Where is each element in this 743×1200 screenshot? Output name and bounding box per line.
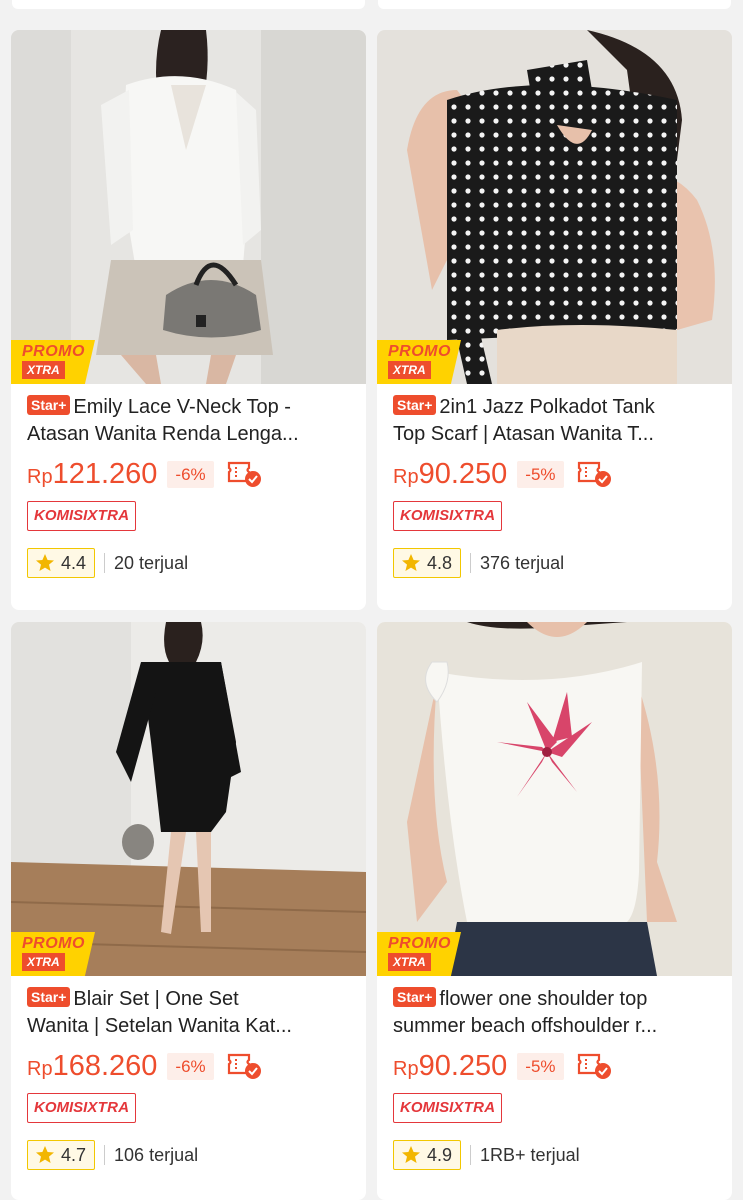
product-card[interactable]: PROMO XTRA Star+ Emily Lace V-Neck Top - … — [11, 30, 366, 610]
star-plus-badge: Star+ — [27, 395, 71, 415]
product-title-line1: Blair Set | One Set — [73, 988, 239, 1010]
previous-card-edge — [12, 0, 365, 9]
divider — [470, 553, 472, 573]
product-price: Rp90.250 — [393, 457, 508, 490]
discount-badge: -5% — [517, 1052, 564, 1080]
product-card[interactable]: PROMO XTRA Star+ 2in1 Jazz Polkadot Tank … — [377, 30, 732, 610]
product-title-line2: Top Scarf | Atasan Wanita T... — [393, 423, 654, 445]
product-price: Rp90.250 — [393, 1049, 508, 1082]
rating-badge: 4.7 — [27, 1140, 96, 1170]
star-icon — [402, 554, 420, 571]
previous-row-edge — [0, 0, 743, 18]
product-title-line1: Emily Lace V-Neck Top - — [73, 396, 291, 418]
product-image[interactable]: PROMO XTRA — [377, 30, 732, 384]
komisi-xtra-label: KOMISIXTRA — [393, 501, 503, 531]
voucher-check-icon — [577, 1053, 611, 1079]
product-price: Rp168.260 — [27, 1049, 158, 1082]
product-image[interactable]: PROMO XTRA — [11, 622, 366, 976]
discount-badge: -6% — [167, 460, 214, 488]
komisi-xtra-label: KOMISIXTRA — [393, 1093, 503, 1123]
sold-count: 376 terjual — [480, 552, 565, 573]
star-plus-badge: Star+ — [27, 987, 71, 1007]
divider — [104, 553, 106, 573]
promo-xtra-label: PROMO XTRA — [11, 932, 95, 976]
product-title[interactable]: Star+ 2in1 Jazz Polkadot Tank Top Scarf |… — [393, 394, 716, 448]
star-icon — [36, 554, 54, 571]
sold-count: 20 terjual — [114, 552, 189, 573]
sold-count: 1RB+ terjual — [480, 1144, 580, 1165]
product-title-line2: summer beach offshoulder r... — [393, 1015, 658, 1037]
promo-xtra-label: PROMO XTRA — [11, 340, 95, 384]
star-plus-badge: Star+ — [393, 987, 437, 1007]
product-title-line1: flower one shoulder top — [439, 988, 648, 1010]
promo-xtra-label: PROMO XTRA — [377, 932, 461, 976]
rating-badge: 4.4 — [27, 548, 96, 578]
product-image[interactable]: PROMO XTRA — [377, 622, 732, 976]
star-icon — [402, 1146, 420, 1163]
previous-card-edge — [378, 0, 731, 9]
product-title[interactable]: Star+ flower one shoulder top summer beac… — [393, 986, 716, 1040]
promo-xtra-label: PROMO XTRA — [377, 340, 461, 384]
star-icon — [36, 1146, 54, 1163]
product-title-line1: 2in1 Jazz Polkadot Tank — [439, 396, 655, 418]
rating-badge: 4.8 — [393, 548, 462, 578]
komisi-xtra-label: KOMISIXTRA — [27, 501, 137, 531]
rating-badge: 4.9 — [393, 1140, 462, 1170]
divider — [470, 1145, 472, 1165]
star-plus-badge: Star+ — [393, 395, 437, 415]
discount-badge: -5% — [517, 460, 564, 488]
komisi-xtra-label: KOMISIXTRA — [27, 1093, 137, 1123]
voucher-check-icon — [227, 461, 261, 487]
divider — [104, 1145, 106, 1165]
product-image[interactable]: PROMO XTRA — [11, 30, 366, 384]
product-title[interactable]: Star+ Blair Set | One Set Wanita | Setela… — [27, 986, 350, 1040]
product-title-line2: Atasan Wanita Renda Lenga... — [27, 423, 299, 445]
product-price: Rp121.260 — [27, 457, 158, 490]
voucher-check-icon — [577, 461, 611, 487]
product-card[interactable]: PROMO XTRA Star+ flower one shoulder top … — [377, 622, 732, 1200]
discount-badge: -6% — [167, 1052, 214, 1080]
sold-count: 106 terjual — [114, 1144, 199, 1165]
product-title[interactable]: Star+ Emily Lace V-Neck Top - Atasan Wani… — [27, 394, 350, 448]
voucher-check-icon — [227, 1053, 261, 1079]
product-title-line2: Wanita | Setelan Wanita Kat... — [27, 1015, 292, 1037]
product-card[interactable]: PROMO XTRA Star+ Blair Set | One Set Wani… — [11, 622, 366, 1200]
